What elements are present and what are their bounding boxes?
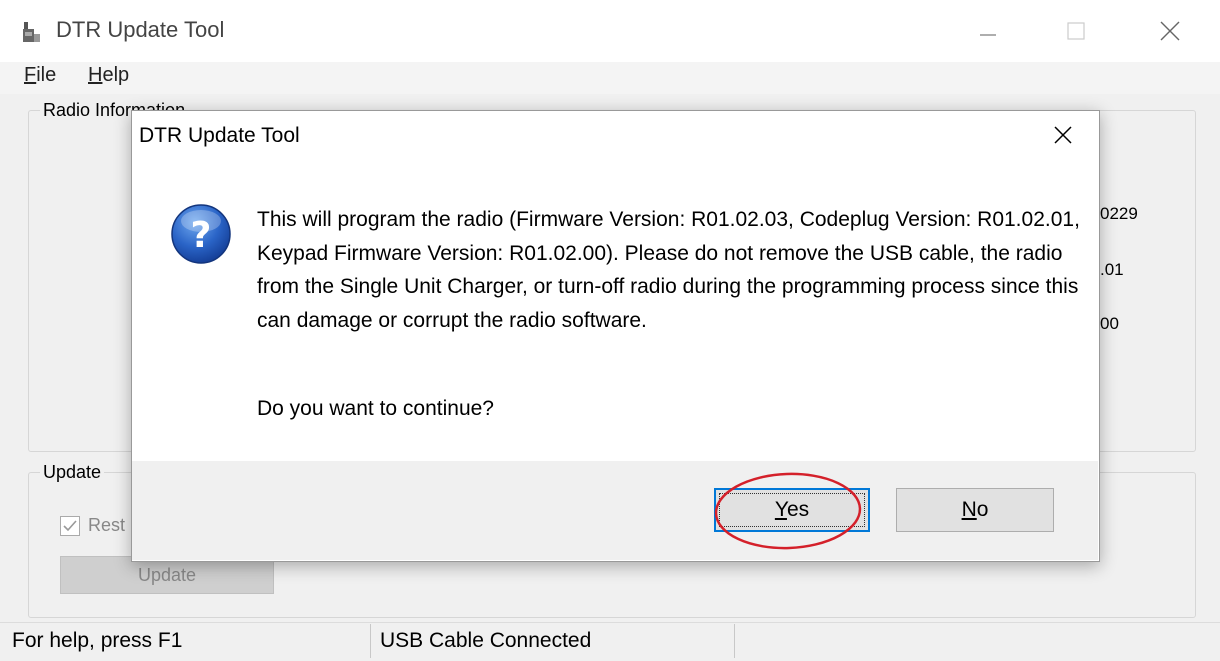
close-icon	[1160, 21, 1180, 41]
radio-info-value-3: 00	[1100, 314, 1119, 333]
maximize-button[interactable]	[1046, 8, 1106, 54]
app-icon	[23, 22, 40, 42]
restore-checkbox-label: Rest	[88, 515, 126, 535]
checkmark-icon	[63, 520, 77, 532]
question-icon: ?	[171, 204, 231, 264]
dialog-message: This will program the radio (Firmware Ve…	[257, 208, 1080, 332]
restore-checkbox[interactable]	[60, 516, 80, 536]
dialog-close-button[interactable]	[1046, 118, 1080, 152]
update-group-label: Update	[40, 462, 105, 483]
dialog-title: DTR Update Tool	[139, 124, 300, 147]
yes-button[interactable]: Yes	[714, 488, 870, 532]
close-icon	[1054, 126, 1072, 144]
svg-text:?: ?	[191, 215, 212, 256]
menu-bar	[0, 62, 1220, 94]
menu-file[interactable]: File	[24, 64, 56, 87]
no-button-label: No	[961, 498, 989, 521]
window-title: DTR Update Tool	[56, 17, 225, 42]
minimize-icon	[980, 34, 996, 36]
status-connection: USB Cable Connected	[380, 629, 592, 652]
focus-rectangle	[719, 493, 865, 527]
status-help-text: For help, press F1	[12, 629, 183, 652]
close-window-button[interactable]	[1140, 8, 1200, 54]
dialog-question: Do you want to continue?	[257, 397, 494, 420]
no-button[interactable]: No	[896, 488, 1054, 532]
status-separator	[370, 624, 371, 658]
maximize-icon	[1067, 22, 1085, 40]
status-bar	[0, 622, 1220, 661]
radio-info-value-2: .01	[1100, 260, 1124, 279]
radio-info-value-1: 0229	[1100, 204, 1138, 223]
menu-help[interactable]: Help	[88, 64, 129, 87]
minimize-button[interactable]	[958, 8, 1018, 54]
status-separator	[734, 624, 735, 658]
